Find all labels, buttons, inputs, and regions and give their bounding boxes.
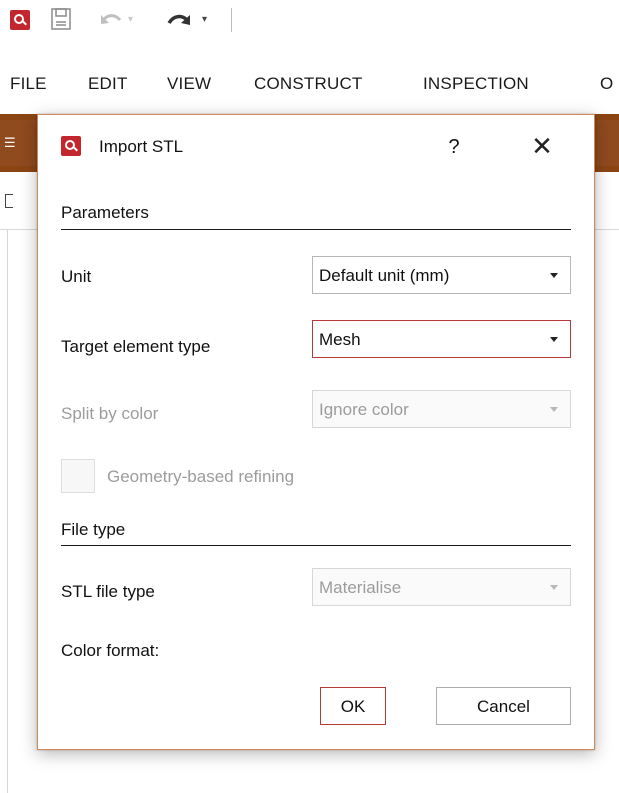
save-icon[interactable] bbox=[49, 7, 73, 31]
undo-icon[interactable] bbox=[99, 11, 123, 29]
chevron-down-icon bbox=[550, 273, 558, 278]
stl-file-type-value: Materialise bbox=[319, 578, 402, 597]
import-stl-dialog: Import STL ? ✕ Parameters Unit Default u… bbox=[37, 114, 595, 750]
parameters-section-title: Parameters bbox=[61, 203, 149, 222]
toolbar-separator bbox=[231, 8, 232, 32]
app-logo-icon[interactable] bbox=[10, 10, 30, 30]
ribbon-menu-icon[interactable]: ☰ bbox=[4, 136, 16, 150]
application-window: ▾ ▾ FILE EDIT VIEW CONSTRUCT INSPECTION … bbox=[0, 0, 619, 793]
unit-value: Default unit (mm) bbox=[319, 266, 450, 285]
dialog-app-icon bbox=[61, 136, 81, 156]
menu-edit[interactable]: EDIT bbox=[88, 74, 128, 94]
file-type-section-title: File type bbox=[61, 520, 126, 539]
split-by-color-combobox[interactable]: Ignore color bbox=[312, 390, 571, 428]
unit-combobox[interactable]: Default unit (mm) bbox=[312, 256, 571, 294]
stl-file-type-combobox[interactable]: Materialise bbox=[312, 568, 571, 606]
undo-dropdown-icon[interactable]: ▾ bbox=[128, 11, 142, 29]
unit-label: Unit bbox=[61, 267, 92, 286]
workspace-edge bbox=[7, 230, 8, 793]
menu-view[interactable]: VIEW bbox=[167, 74, 211, 94]
quick-access-toolbar: ▾ ▾ bbox=[0, 0, 619, 52]
menu-bar: FILE EDIT VIEW CONSTRUCT INSPECTION O bbox=[0, 62, 619, 102]
menu-file[interactable]: FILE bbox=[10, 74, 47, 94]
menu-inspection[interactable]: INSPECTION bbox=[423, 74, 529, 94]
geometry-refining-label: Geometry-based refining bbox=[107, 467, 295, 486]
cancel-button[interactable]: Cancel bbox=[436, 687, 571, 725]
dialog-titlebar[interactable]: Import STL ? ✕ bbox=[38, 115, 594, 179]
split-by-color-value: Ignore color bbox=[319, 400, 409, 419]
split-by-color-label: Split by color bbox=[61, 404, 159, 423]
file-type-divider bbox=[61, 545, 571, 546]
bracket-icon bbox=[5, 194, 13, 208]
stl-file-type-label: STL file type bbox=[61, 582, 155, 601]
parameters-divider bbox=[61, 229, 571, 230]
color-format-label: Color format: bbox=[61, 641, 160, 660]
close-button[interactable]: ✕ bbox=[522, 129, 562, 165]
menu-more[interactable]: O bbox=[600, 74, 613, 94]
target-element-type-combobox[interactable]: Mesh bbox=[312, 320, 571, 358]
dialog-title: Import STL bbox=[99, 137, 184, 156]
help-button[interactable]: ? bbox=[436, 129, 472, 165]
geometry-refining-checkbox[interactable] bbox=[61, 459, 95, 493]
chevron-down-icon bbox=[550, 407, 558, 412]
redo-dropdown-icon[interactable]: ▾ bbox=[202, 11, 216, 29]
chevron-down-icon bbox=[550, 585, 558, 590]
menu-construct[interactable]: CONSTRUCT bbox=[254, 74, 363, 94]
target-element-type-label: Target element type bbox=[61, 337, 211, 356]
target-element-type-value: Mesh bbox=[319, 330, 361, 349]
ok-button[interactable]: OK bbox=[320, 687, 386, 725]
redo-icon[interactable] bbox=[166, 11, 192, 29]
chevron-down-icon bbox=[550, 337, 558, 342]
